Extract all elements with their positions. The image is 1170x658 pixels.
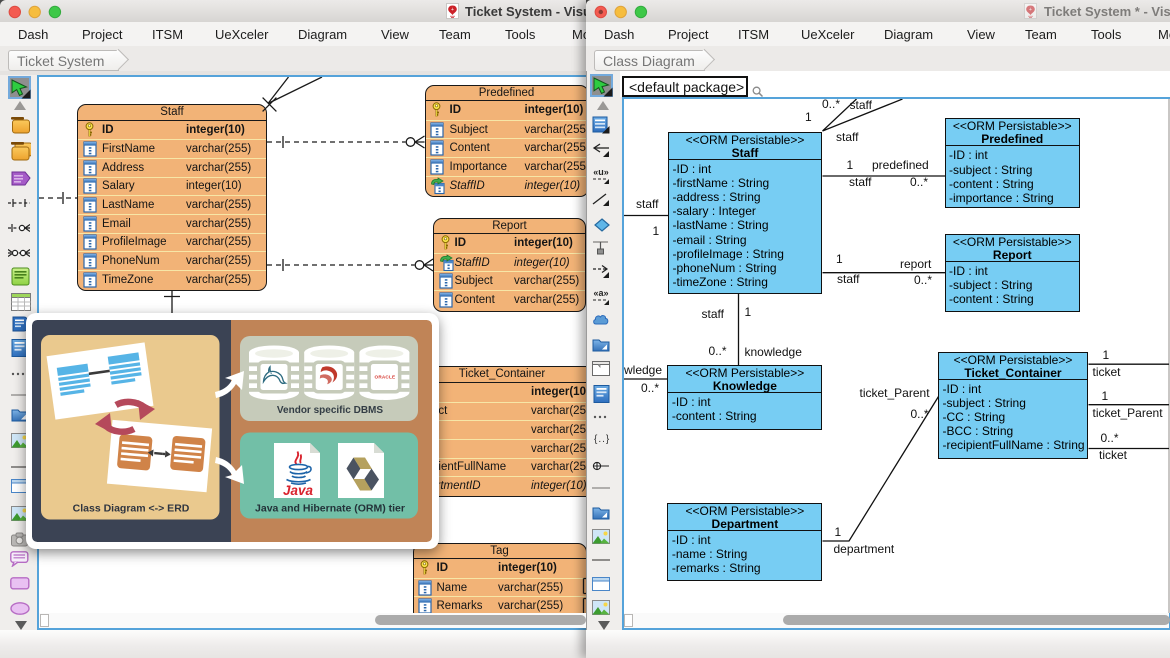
svg-text:Class Diagram <-> ERD: Class Diagram <-> ERD [73,502,190,514]
svg-text:Java: Java [283,483,314,498]
svg-text:+: + [451,7,454,13]
svg-text:+: + [1029,7,1032,13]
svg-text:«a»: «a» [593,288,608,298]
svg-text:ORACLE: ORACLE [375,374,396,379]
svg-text:«u»: «u» [593,167,609,177]
svg-text:Java and Hibernate (ORM) tier: Java and Hibernate (ORM) tier [255,502,405,514]
svg-text:Vendor specific DBMS: Vendor specific DBMS [277,404,383,415]
